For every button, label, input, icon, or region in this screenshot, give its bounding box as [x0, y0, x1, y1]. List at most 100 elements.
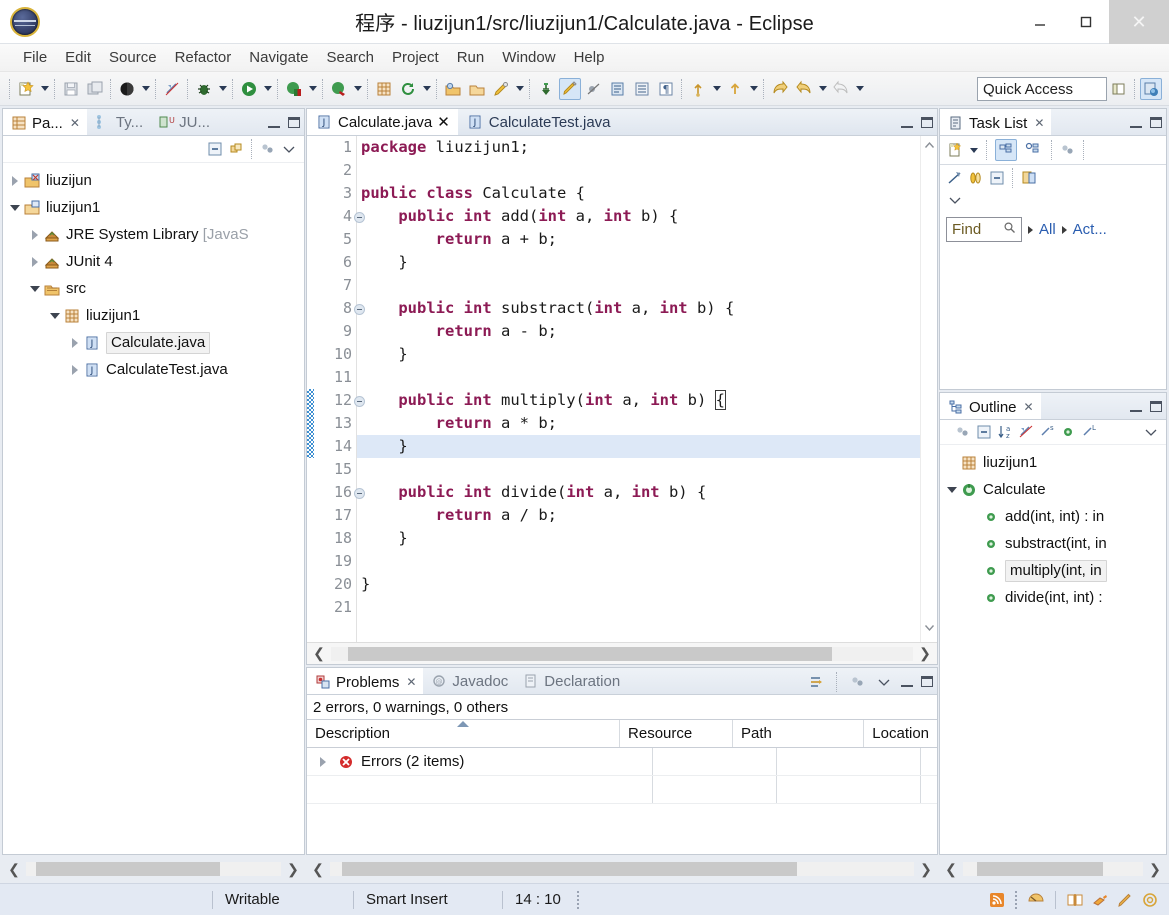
- problems-hscrollbar[interactable]: ❮ ❯: [306, 855, 938, 883]
- column-path[interactable]: Path: [733, 720, 865, 747]
- refresh-dropdown[interactable]: [420, 78, 433, 100]
- focus-icon[interactable]: [954, 423, 972, 441]
- debug-dropdown[interactable]: [216, 78, 229, 100]
- scroll-right-icon[interactable]: ❯: [281, 861, 305, 878]
- tree-item[interactable]: substract(int, in: [940, 530, 1166, 557]
- toggle-mark-occurrences-icon[interactable]: [559, 77, 581, 100]
- tree-item[interactable]: liuzijun1: [3, 194, 304, 221]
- close-icon[interactable]: ✕: [437, 113, 450, 131]
- code-editor[interactable]: 1 2 3 4 5 6 7 8 9 10 11 12 13 14 15 16 17 18 19 20 21 packag…: [307, 136, 937, 642]
- maximize-icon[interactable]: [288, 117, 300, 128]
- external-tools-icon[interactable]: [328, 78, 350, 100]
- editor-tab-calculate[interactable]: J Calculate.java ✕: [307, 109, 458, 135]
- rss-feed-icon[interactable]: [988, 891, 1006, 909]
- external-tools-dropdown[interactable]: [351, 78, 364, 100]
- open-task-icon[interactable]: [466, 78, 488, 100]
- menu-refactor[interactable]: Refactor: [166, 46, 241, 69]
- tree-item[interactable]: J CalculateTest.java: [3, 356, 304, 383]
- problems-row-description[interactable]: Errors (2 items): [307, 748, 654, 775]
- forward-icon[interactable]: [793, 78, 815, 100]
- maximize-icon[interactable]: [1150, 401, 1162, 412]
- tree-item[interactable]: liuzijun1: [3, 302, 304, 329]
- scheduled-presentation-icon[interactable]: [1022, 139, 1044, 161]
- maximize-icon[interactable]: [1150, 117, 1162, 128]
- menu-project[interactable]: Project: [383, 46, 448, 69]
- highlight-icon[interactable]: [1091, 891, 1109, 909]
- print-dropdown[interactable]: [139, 78, 152, 100]
- menu-file[interactable]: File: [14, 46, 56, 69]
- tree-item[interactable]: src: [3, 275, 304, 302]
- filter-all[interactable]: All: [1039, 221, 1056, 238]
- maximize-icon[interactable]: [921, 676, 933, 687]
- expand-collapse-icon[interactable]: [27, 230, 43, 240]
- tab-outline[interactable]: Outline ✕: [940, 393, 1041, 419]
- minimize-icon[interactable]: [1130, 402, 1142, 412]
- minimize-icon[interactable]: [268, 118, 280, 128]
- close-icon[interactable]: ✕: [70, 116, 80, 130]
- categorized-presentation-icon[interactable]: [995, 139, 1017, 161]
- view-menu-icon[interactable]: [849, 673, 867, 691]
- run-icon[interactable]: [238, 78, 260, 100]
- next-member-icon[interactable]: [724, 78, 746, 100]
- minimize-button[interactable]: [1017, 0, 1063, 44]
- hide-local-icon[interactable]: L: [1080, 423, 1098, 441]
- expand-collapse-icon[interactable]: [27, 257, 43, 267]
- close-icon[interactable]: ✕: [406, 675, 416, 689]
- expand-collapse-icon[interactable]: [27, 286, 43, 292]
- status-drag-handle[interactable]: [576, 890, 580, 909]
- new-wizard-dropdown[interactable]: [38, 78, 51, 100]
- synchronize-changed-icon[interactable]: [946, 169, 964, 187]
- hscroll-track[interactable]: [963, 862, 1143, 876]
- coverage-dropdown[interactable]: [306, 78, 319, 100]
- new-java-package-icon[interactable]: [373, 78, 395, 100]
- gear-icon[interactable]: [1141, 891, 1159, 909]
- view-chevron-icon[interactable]: [946, 191, 964, 209]
- run-dropdown[interactable]: [261, 78, 274, 100]
- tree-item[interactable]: add(int, int) : in: [940, 503, 1166, 530]
- tree-item[interactable]: JUnit 4: [3, 248, 304, 275]
- menu-navigate[interactable]: Navigate: [240, 46, 317, 69]
- pin-editor-icon[interactable]: [535, 78, 557, 100]
- editor-vscrollbar[interactable]: [920, 136, 937, 642]
- view-chevron-icon[interactable]: [280, 140, 298, 158]
- last-edit-dropdown[interactable]: [710, 78, 723, 100]
- mylyn-icon[interactable]: [1027, 891, 1045, 909]
- restore-tasks-icon[interactable]: [967, 169, 985, 187]
- next-member-dropdown[interactable]: [747, 78, 760, 100]
- menu-help[interactable]: Help: [565, 46, 614, 69]
- new-task-icon[interactable]: [946, 141, 964, 159]
- show-whitespace-icon[interactable]: [631, 78, 653, 100]
- column-resource[interactable]: Resource: [620, 720, 733, 747]
- save-icon[interactable]: [60, 78, 82, 100]
- hscroll-thumb[interactable]: [341, 862, 798, 876]
- menu-run[interactable]: Run: [448, 46, 494, 69]
- tree-item[interactable]: liuzijun: [3, 167, 304, 194]
- view-chevron-icon[interactable]: [875, 673, 893, 691]
- hide-static-icon[interactable]: s: [1038, 423, 1056, 441]
- table-row[interactable]: Errors (2 items): [307, 748, 937, 776]
- link-with-editor-icon[interactable]: [227, 140, 245, 158]
- scroll-left-icon[interactable]: ❮: [2, 861, 26, 878]
- scroll-right-icon[interactable]: ❯: [1143, 861, 1167, 878]
- collapse-all-icon[interactable]: [206, 140, 224, 158]
- expand-collapse-icon[interactable]: [67, 338, 83, 348]
- tree-item[interactable]: liuzijun1: [940, 449, 1166, 476]
- debug-icon[interactable]: [193, 78, 215, 100]
- new-task-dropdown[interactable]: [967, 139, 980, 161]
- expand-collapse-icon[interactable]: [47, 313, 63, 319]
- expand-collapse-icon[interactable]: [67, 365, 83, 375]
- tab-junit[interactable]: U JU...: [150, 109, 217, 135]
- view-menu-icon[interactable]: [259, 140, 277, 158]
- quick-access-input[interactable]: Quick Access: [977, 77, 1107, 101]
- menu-window[interactable]: Window: [493, 46, 564, 69]
- minimize-icon[interactable]: [1130, 118, 1142, 128]
- hide-nonpublic-icon[interactable]: [1059, 423, 1077, 441]
- back-icon[interactable]: [769, 78, 791, 100]
- tab-task-list[interactable]: Task List ✕: [940, 109, 1052, 135]
- toggle-breadcrumb-icon[interactable]: [161, 78, 183, 100]
- view-chevron-icon[interactable]: [1142, 423, 1160, 441]
- hscroll-thumb[interactable]: [977, 862, 1104, 876]
- package-explorer-hscrollbar[interactable]: ❮ ❯: [2, 855, 305, 883]
- close-icon[interactable]: ✕: [1034, 116, 1044, 130]
- minimize-icon[interactable]: [901, 118, 913, 128]
